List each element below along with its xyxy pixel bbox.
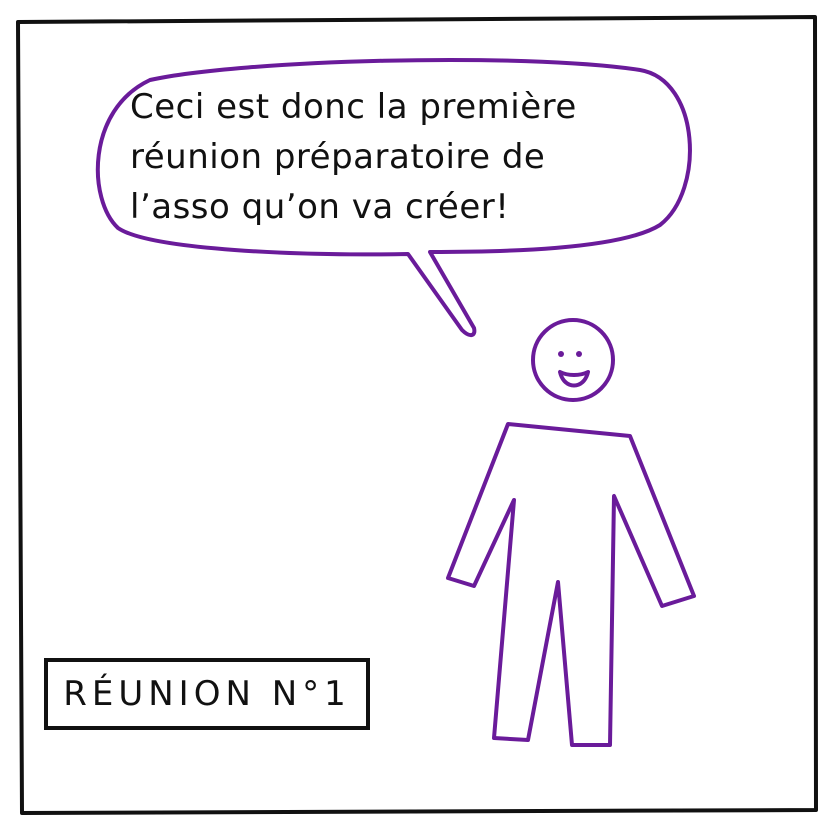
caption-label: RÉUNION N°1	[63, 674, 351, 714]
character-left-eye	[558, 351, 564, 357]
speech-bubble-text: Ceci est donc la première réunion prépar…	[130, 82, 660, 232]
character-head	[531, 318, 615, 402]
character-right-eye	[576, 351, 582, 357]
speech-line: Ceci est donc la première	[130, 87, 577, 127]
speech-line: l’asso qu’on va créer!	[130, 187, 510, 227]
caption-box: RÉUNION N°1	[44, 658, 370, 730]
speech-line: réunion préparatoire de	[130, 137, 546, 177]
character-body	[446, 422, 696, 747]
comic-panel: Ceci est donc la première réunion prépar…	[0, 0, 832, 831]
character-mouth	[558, 370, 590, 388]
